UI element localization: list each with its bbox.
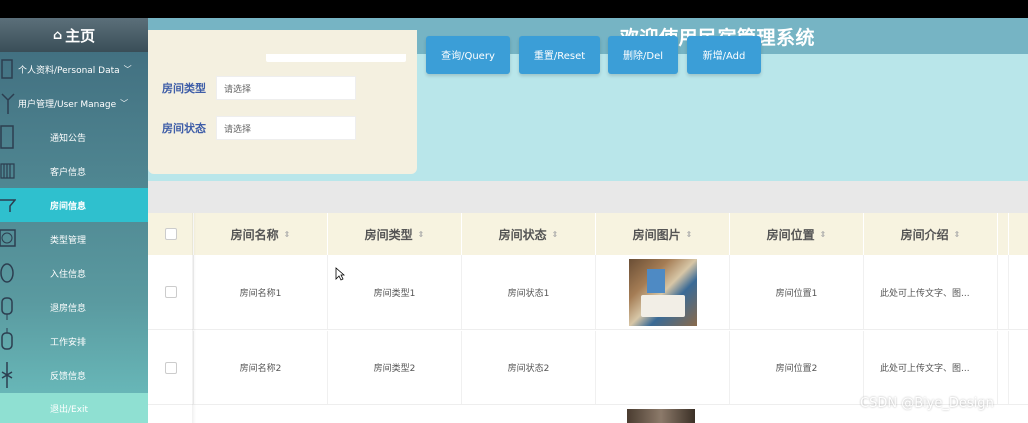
sort-icon: ⇕ <box>953 229 961 239</box>
row-checkbox-cell <box>148 331 194 404</box>
cell-room-type: 房间类型1 <box>328 255 462 329</box>
search-panel: 房间类型 请选择 房间状态 请选择 <box>148 30 417 174</box>
sort-icon: ⇕ <box>417 229 425 239</box>
sidebar: ⌂ 主页 个人资料/Personal Data ﹀ 用户管理/User Mana… <box>0 18 148 423</box>
cell-room-image <box>596 331 730 404</box>
column-header-room-intro[interactable]: 房间介绍 ⇕ <box>864 213 998 255</box>
sidebar-item-checkout[interactable]: 退房信息 <box>0 290 148 324</box>
top-black-bar <box>0 0 1028 18</box>
column-header-room-location[interactable]: 房间位置 ⇕ <box>730 213 864 255</box>
column-header-room-name[interactable]: 房间名称 ⇕ <box>194 213 328 255</box>
home-icon: ⌂ <box>52 27 63 43</box>
table-header: 房间名称 ⇕ 房间类型 ⇕ 房间状态 ⇕ 房间图片 ⇕ 房间位置 ⇕ 房间介绍 ⇕ <box>148 213 1028 255</box>
sort-icon: ⇕ <box>283 229 291 239</box>
lantern-icon <box>0 90 16 116</box>
table-row: 房间名称2 房间类型2 房间状态2 房间位置2 此处可上传文字、图... <box>148 331 1028 405</box>
sidebar-item-label: 入住信息 <box>50 269 87 280</box>
sidebar-item-user-manage[interactable]: 用户管理/User Manage ﹀ <box>0 86 148 120</box>
sort-icon: ⇕ <box>819 229 827 239</box>
sidebar-item-room-info[interactable]: 房间信息 <box>0 188 148 222</box>
sidebar-item-feedback[interactable]: 反馈信息 <box>0 358 148 392</box>
room-type-label: 房间类型 <box>162 82 206 95</box>
room-name-input[interactable] <box>266 54 406 62</box>
sort-icon: ⇕ <box>551 229 559 239</box>
cell-room-intro: 此处可上传文字、图... <box>864 331 998 404</box>
sidebar-exit-label: 退出/Exit <box>50 404 89 415</box>
cell-room-type: 房间类型2 <box>328 331 462 404</box>
cell-room-intro: 此处可上传文字、图... <box>864 255 998 329</box>
room-type-select[interactable]: 请选择 <box>216 76 356 100</box>
cell-room-name: 房间名称2 <box>194 331 328 404</box>
sidebar-exit-button[interactable]: 退出/Exit <box>0 393 148 423</box>
room-status-field: 房间状态 请选择 <box>148 116 356 140</box>
mouse-cursor-icon <box>335 267 345 281</box>
row-checkbox-cell <box>148 255 194 329</box>
room-status-label: 房间状态 <box>162 122 206 135</box>
lantern-icon <box>0 362 16 388</box>
sidebar-item-label: 反馈信息 <box>50 371 87 382</box>
query-button[interactable]: 查询/Query <box>426 36 510 74</box>
cell-room-location: 房间位置1 <box>730 255 864 329</box>
sidebar-item-label: 通知公告 <box>50 133 87 144</box>
sidebar-item-label: 退房信息 <box>50 303 87 314</box>
sort-icon: ⇕ <box>685 229 693 239</box>
lantern-icon <box>0 124 16 150</box>
lantern-icon <box>0 192 17 218</box>
sidebar-item-personal-data[interactable]: 个人资料/Personal Data ﹀ <box>0 52 148 86</box>
cell-room-image <box>596 255 730 329</box>
column-shadow <box>192 213 196 423</box>
sidebar-item-type-manage[interactable]: 类型管理 <box>0 222 148 256</box>
add-button[interactable]: 新增/Add <box>687 36 761 74</box>
room-photo[interactable] <box>628 258 697 326</box>
sidebar-item-label: 用户管理/User Manage <box>18 99 117 110</box>
lantern-icon <box>0 56 16 82</box>
cell-room-location: 房间位置2 <box>730 331 864 404</box>
row-checkbox[interactable] <box>164 361 177 374</box>
column-header-room-image[interactable]: 房间图片 ⇕ <box>596 213 730 255</box>
room-status-select[interactable]: 请选择 <box>216 116 356 140</box>
room-table: 房间名称 ⇕ 房间类型 ⇕ 房间状态 ⇕ 房间图片 ⇕ 房间位置 ⇕ 房间介绍 ⇕ 房间名称… <box>148 213 1028 423</box>
row-checkbox[interactable] <box>164 286 177 298</box>
table-row: 房间名称1 房间类型1 房间状态1 房间位置1 此处可上传文字、图... <box>148 255 1028 330</box>
toolbar-divider <box>148 181 1028 213</box>
cell-room-name: 房间名称1 <box>194 255 328 329</box>
lantern-icon <box>0 226 16 252</box>
chevron-down-icon: ﹀ <box>120 98 129 108</box>
sidebar-item-customer[interactable]: 客户信息 <box>0 154 148 188</box>
cell-room-status: 房间状态2 <box>462 331 596 404</box>
select-all-checkbox[interactable] <box>164 228 177 240</box>
lantern-icon <box>0 294 16 320</box>
sidebar-item-label: 房间信息 <box>50 201 87 212</box>
sidebar-home-label: 主页 <box>65 26 96 45</box>
column-header-room-type[interactable]: 房间类型 ⇕ <box>328 213 462 255</box>
room-photo-partial[interactable] <box>627 409 695 423</box>
chevron-down-icon: ﹀ <box>123 64 132 74</box>
sidebar-item-label: 客户信息 <box>50 167 87 178</box>
reset-button[interactable]: 重置/Reset <box>519 36 600 74</box>
select-all-cell <box>148 213 194 255</box>
cell-room-status: 房间状态1 <box>462 255 596 329</box>
lantern-icon <box>0 158 16 184</box>
delete-button[interactable]: 删除/Del <box>608 36 678 74</box>
sidebar-item-label: 工作安排 <box>50 337 87 348</box>
room-type-field: 房间类型 请选择 <box>148 76 356 100</box>
sidebar-item-checkin[interactable]: 入住信息 <box>0 256 148 290</box>
sidebar-item-work-schedule[interactable]: 工作安排 <box>0 324 148 358</box>
sidebar-item-label: 个人资料/Personal Data <box>18 65 120 76</box>
sidebar-item-label: 类型管理 <box>50 235 87 246</box>
column-header-room-status[interactable]: 房间状态 ⇕ <box>462 213 596 255</box>
watermark: CSDN @Biye_Design <box>860 396 994 411</box>
sidebar-item-notice[interactable]: 通知公告 <box>0 120 148 154</box>
lantern-icon <box>0 328 16 354</box>
column-header-spacer <box>998 213 1009 255</box>
lantern-icon <box>0 260 16 286</box>
sidebar-home[interactable]: ⌂ 主页 <box>0 18 148 52</box>
